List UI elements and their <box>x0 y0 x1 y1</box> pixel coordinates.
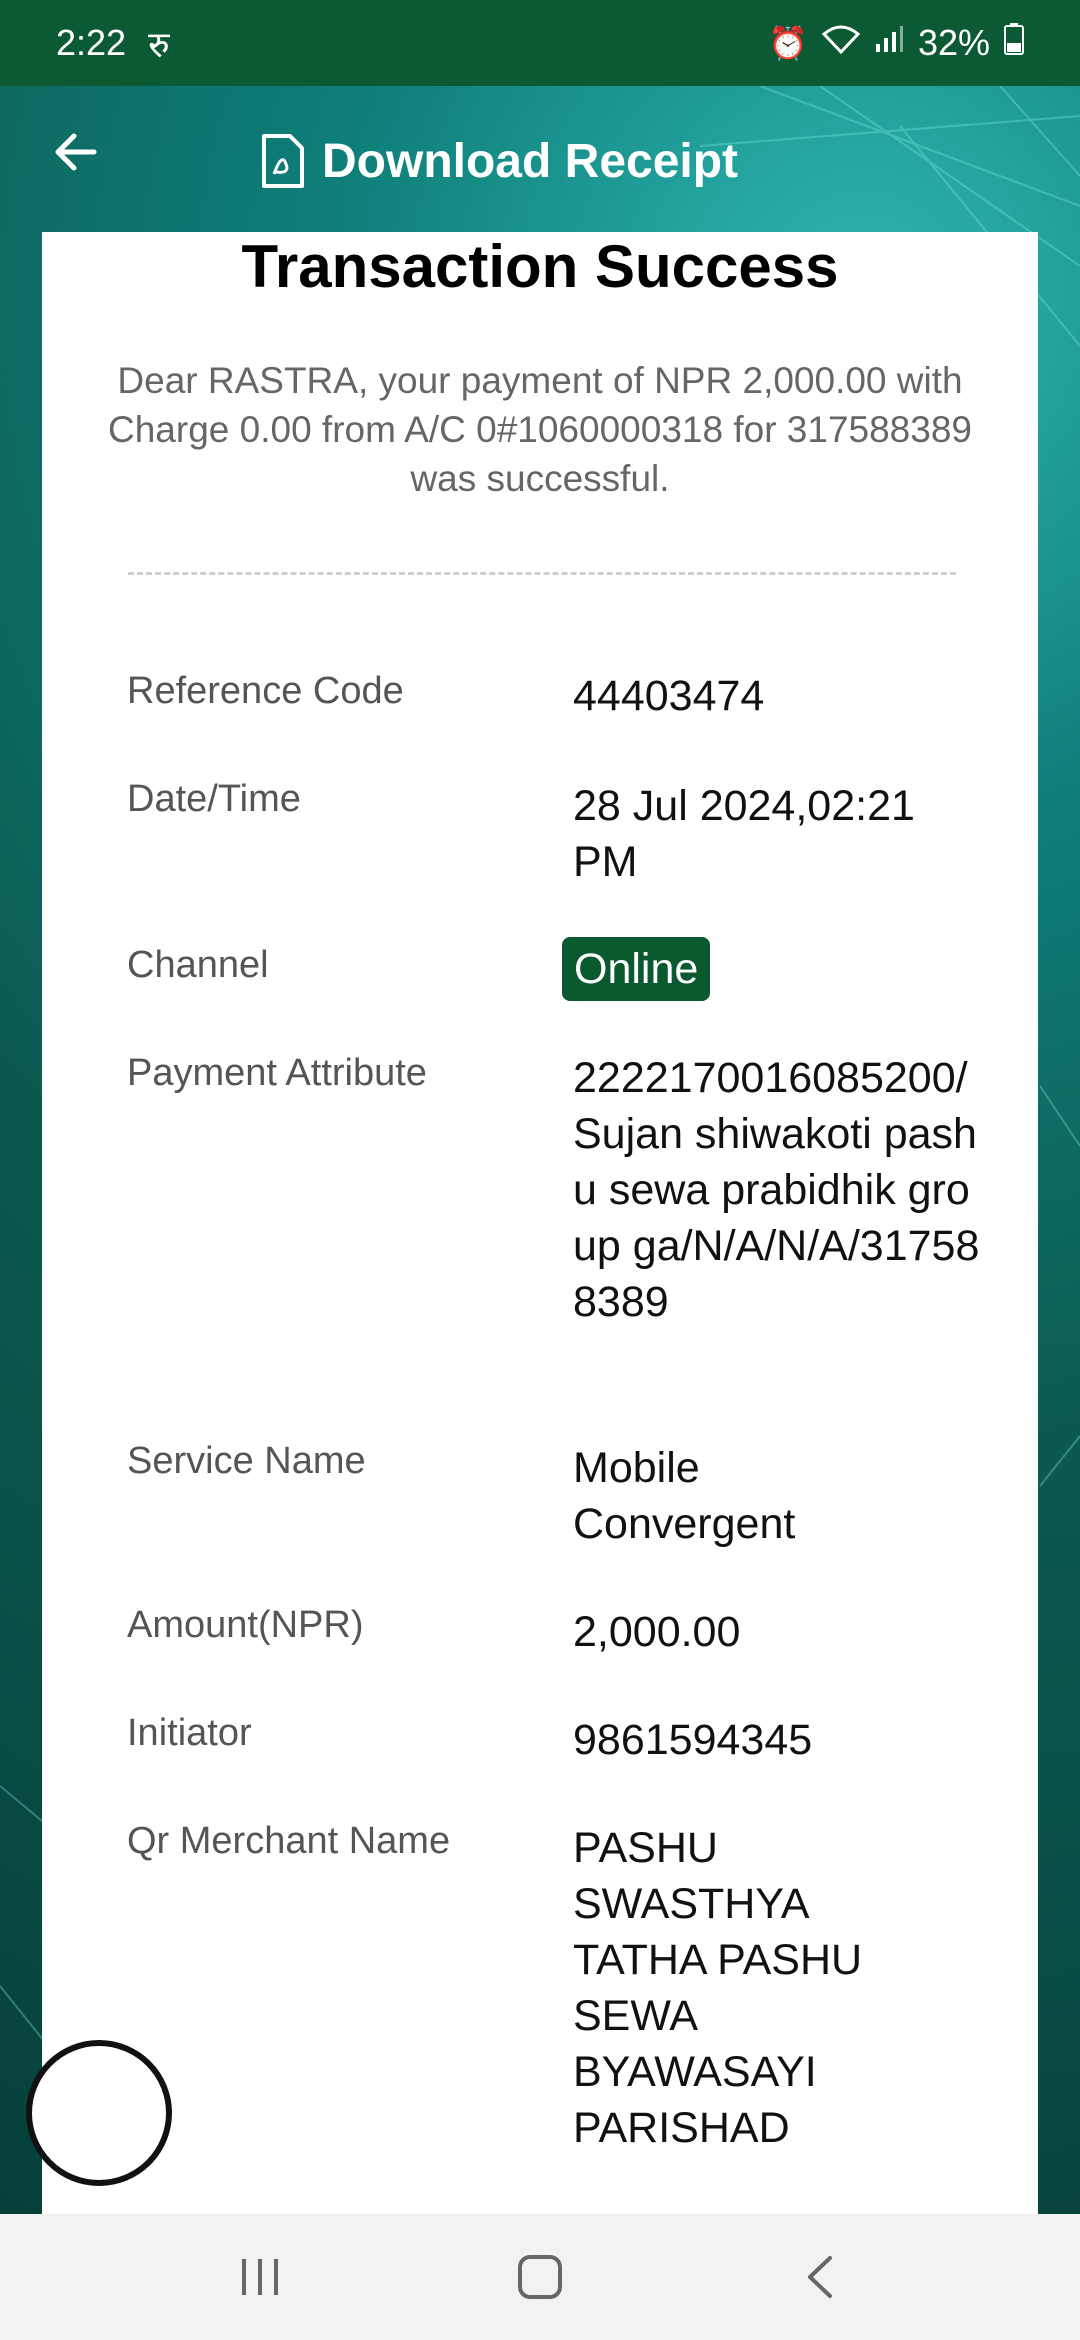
channel-label: Channel <box>127 944 269 986</box>
pdf-icon <box>260 134 304 188</box>
home-button[interactable] <box>500 2237 580 2317</box>
back-arrow-icon <box>55 133 97 171</box>
amount-value: 2,000.00 <box>573 1608 741 1656</box>
recent-apps-icon <box>242 2259 278 2295</box>
chevron-left-icon <box>808 2256 832 2298</box>
payment-attribute-value: 2222170016085200/Sujan shiwakoti pashu s… <box>573 1054 980 1326</box>
status-right: ⏰ 32% <box>768 22 1024 64</box>
transaction-title: Transaction Success <box>241 233 839 300</box>
battery-percent: 32% <box>917 22 990 63</box>
transaction-message: Dear RASTRA, your payment of NPR 2,000.0… <box>108 360 972 499</box>
payment-attribute-label: Payment Attribute <box>127 1052 427 1094</box>
qr-merchant-name-value: PASHU SWASTHYA TATHA PASHU SEWA BYAWASAY… <box>573 1824 863 2152</box>
system-nav-bar <box>0 2214 1080 2340</box>
rupee-indicator: रु <box>148 23 170 65</box>
status-time: 2:22 <box>56 22 127 63</box>
battery-icon <box>1004 23 1024 63</box>
floating-assistive-button[interactable] <box>26 2040 172 2186</box>
date-time-value: 28 Jul 2024,02:21 PM <box>573 782 915 886</box>
date-time-label: Date/Time <box>127 778 301 820</box>
back-nav-button[interactable] <box>780 2237 860 2317</box>
initiator-value: 9861594345 <box>573 1716 813 1764</box>
home-icon <box>518 2255 562 2299</box>
alarm-icon: ⏰ <box>768 25 808 61</box>
back-button[interactable] <box>44 126 108 190</box>
status-left: 2:22 रु <box>56 19 170 68</box>
service-name-label: Service Name <box>127 1440 366 1482</box>
channel-badge: Online <box>562 937 711 1001</box>
qr-merchant-name-label: Qr Merchant Name <box>127 1820 451 1862</box>
signal-icon <box>874 24 904 62</box>
amount-label: Amount(NPR) <box>127 1604 364 1646</box>
reference-code-value: 44403474 <box>573 672 765 720</box>
wifi-icon <box>821 24 861 62</box>
download-receipt-button[interactable]: Download Receipt <box>260 126 738 196</box>
reference-code-label: Reference Code <box>127 670 404 712</box>
app-header: Download Receipt <box>0 86 1080 232</box>
initiator-label: Initiator <box>127 1712 252 1754</box>
recent-apps-button[interactable] <box>220 2237 300 2317</box>
receipt-card: Transaction Success Dear RASTRA, your pa… <box>42 232 1038 2214</box>
header-title: Download Receipt <box>322 134 739 188</box>
service-name-value: Mobile Convergent <box>573 1444 796 1548</box>
status-bar: 2:22 रु ⏰ 32% <box>0 0 1080 86</box>
dashed-divider <box>128 572 956 575</box>
